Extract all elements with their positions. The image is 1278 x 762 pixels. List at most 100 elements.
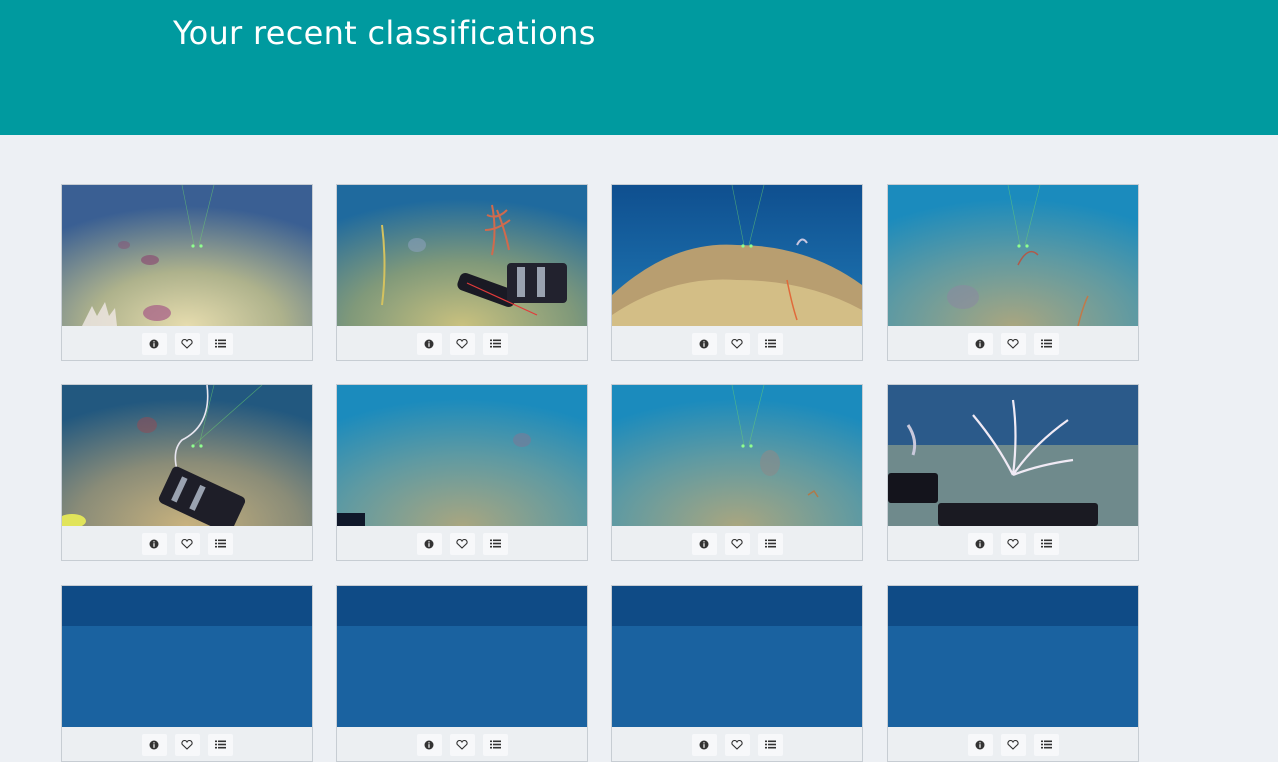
subject-thumbnail[interactable] <box>337 586 587 727</box>
info-icon <box>424 339 434 349</box>
classification-card <box>611 585 863 762</box>
info-button[interactable] <box>967 332 993 355</box>
subject-thumbnail[interactable] <box>612 185 862 326</box>
heart-icon <box>181 739 193 750</box>
heart-icon <box>456 739 468 750</box>
collections-button[interactable] <box>757 532 783 555</box>
favorite-button[interactable] <box>449 532 475 555</box>
collections-button[interactable] <box>757 332 783 355</box>
list-icon <box>489 740 501 749</box>
info-icon <box>149 339 159 349</box>
list-icon <box>489 339 501 348</box>
subject-thumbnail[interactable] <box>337 185 587 326</box>
info-button[interactable] <box>967 532 993 555</box>
card-actions <box>337 727 587 762</box>
collections-button[interactable] <box>1033 733 1059 756</box>
page-title: Your recent classifications <box>173 14 596 52</box>
info-icon <box>424 539 434 549</box>
list-icon <box>1040 740 1052 749</box>
info-button[interactable] <box>691 532 717 555</box>
list-icon <box>214 740 226 749</box>
classification-card <box>336 585 588 762</box>
collections-button[interactable] <box>1033 532 1059 555</box>
subject-thumbnail[interactable] <box>62 185 312 326</box>
favorite-button[interactable] <box>724 733 750 756</box>
card-actions <box>888 727 1138 762</box>
list-icon <box>1040 539 1052 548</box>
info-icon <box>699 539 709 549</box>
info-icon <box>699 339 709 349</box>
info-button[interactable] <box>141 532 167 555</box>
list-icon <box>764 740 776 749</box>
heart-icon <box>1007 739 1019 750</box>
subject-thumbnail[interactable] <box>337 385 587 526</box>
collections-button[interactable] <box>1033 332 1059 355</box>
info-button[interactable] <box>416 332 442 355</box>
favorite-button[interactable] <box>174 532 200 555</box>
classification-card <box>61 184 313 361</box>
favorite-button[interactable] <box>724 332 750 355</box>
heart-icon <box>1007 338 1019 349</box>
favorite-button[interactable] <box>174 332 200 355</box>
list-icon <box>1040 339 1052 348</box>
favorite-button[interactable] <box>724 532 750 555</box>
subject-thumbnail[interactable] <box>888 385 1138 526</box>
info-button[interactable] <box>141 332 167 355</box>
classification-card <box>887 384 1139 561</box>
collections-button[interactable] <box>482 733 508 756</box>
card-actions <box>62 727 312 762</box>
collections-button[interactable] <box>757 733 783 756</box>
subject-thumbnail[interactable] <box>888 586 1138 727</box>
classification-card <box>887 184 1139 361</box>
collections-button[interactable] <box>207 733 233 756</box>
info-icon <box>699 740 709 750</box>
info-button[interactable] <box>691 332 717 355</box>
info-button[interactable] <box>141 733 167 756</box>
info-icon <box>149 740 159 750</box>
collections-button[interactable] <box>207 532 233 555</box>
list-icon <box>214 539 226 548</box>
subject-thumbnail[interactable] <box>62 385 312 526</box>
favorite-button[interactable] <box>174 733 200 756</box>
info-icon <box>149 539 159 549</box>
list-icon <box>764 339 776 348</box>
favorite-button[interactable] <box>1000 532 1026 555</box>
card-actions <box>337 526 587 561</box>
favorite-button[interactable] <box>1000 733 1026 756</box>
card-actions <box>62 526 312 561</box>
info-icon <box>424 740 434 750</box>
heart-icon <box>731 338 743 349</box>
heart-icon <box>731 538 743 549</box>
card-actions <box>337 326 587 361</box>
card-actions <box>612 326 862 361</box>
heart-icon <box>456 538 468 549</box>
info-icon <box>975 539 985 549</box>
classification-card <box>887 585 1139 762</box>
subject-thumbnail[interactable] <box>612 586 862 727</box>
heart-icon <box>181 538 193 549</box>
list-icon <box>489 539 501 548</box>
favorite-button[interactable] <box>449 733 475 756</box>
favorite-button[interactable] <box>1000 332 1026 355</box>
classification-card <box>336 184 588 361</box>
heart-icon <box>1007 538 1019 549</box>
list-icon <box>214 339 226 348</box>
heart-icon <box>181 338 193 349</box>
info-button[interactable] <box>416 733 442 756</box>
classification-card <box>61 585 313 762</box>
info-button[interactable] <box>691 733 717 756</box>
subject-thumbnail[interactable] <box>612 385 862 526</box>
favorite-button[interactable] <box>449 332 475 355</box>
info-button[interactable] <box>416 532 442 555</box>
collections-button[interactable] <box>482 332 508 355</box>
collections-button[interactable] <box>207 332 233 355</box>
card-actions <box>888 326 1138 361</box>
heart-icon <box>731 739 743 750</box>
classification-card <box>61 384 313 561</box>
subject-thumbnail[interactable] <box>888 185 1138 326</box>
subject-thumbnail[interactable] <box>62 586 312 727</box>
info-icon <box>975 339 985 349</box>
collections-button[interactable] <box>482 532 508 555</box>
classification-card <box>611 384 863 561</box>
info-button[interactable] <box>967 733 993 756</box>
